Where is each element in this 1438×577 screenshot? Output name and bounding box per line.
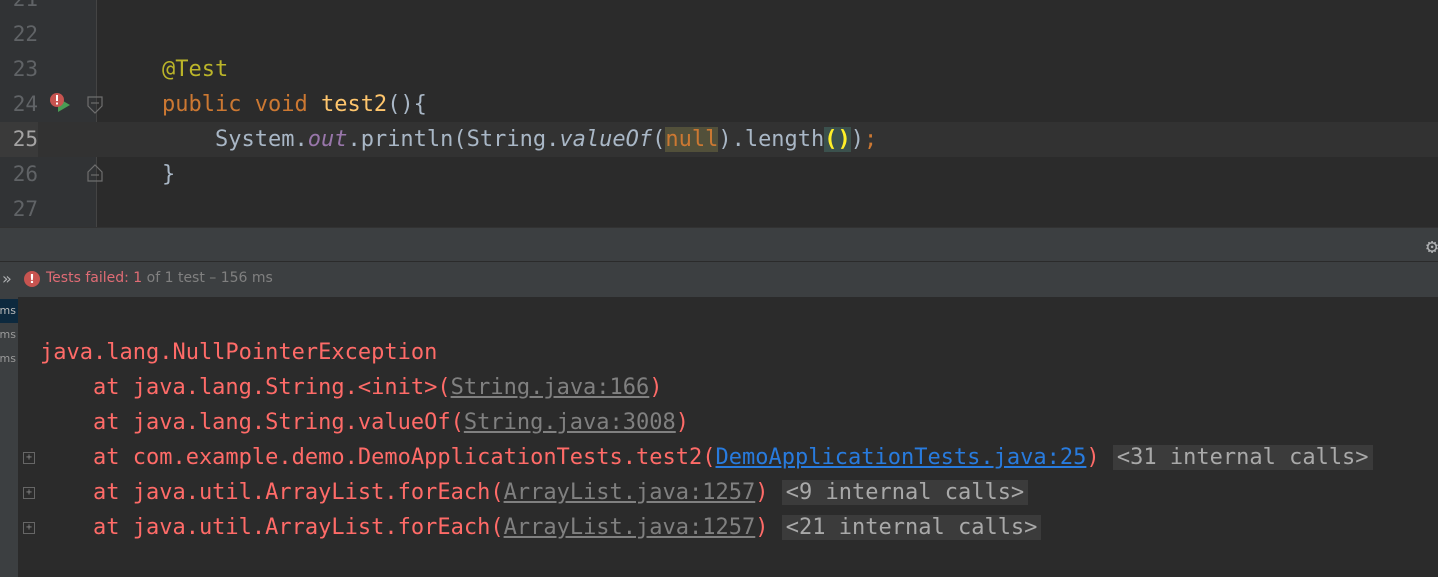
editor-line[interactable]: 26} — [0, 157, 1438, 192]
run-panel-toolbar: ⚙ — [0, 227, 1438, 262]
code-token: System. — [162, 127, 308, 152]
editor-line[interactable]: 25 System.out.println(String.valueOf(nul… — [0, 122, 1438, 157]
code-token: ) — [755, 480, 769, 505]
stack-trace-line: at java.lang.String.valueOf(String.java:… — [40, 405, 689, 440]
line-number: 21 — [0, 0, 38, 17]
code-token: .println(String. — [347, 127, 560, 152]
line-number: 26 — [12, 162, 38, 186]
editor-line[interactable]: 27 — [0, 192, 1438, 227]
code-token: ) — [755, 515, 769, 540]
editor-line[interactable]: 23 @Test — [0, 52, 1438, 87]
code-token: null — [665, 127, 719, 152]
code-token: ) — [649, 375, 663, 400]
editor-line[interactable]: 22 — [0, 17, 1438, 52]
code-token: java.lang.NullPointerException — [40, 340, 438, 365]
test-status-bar: » ! Tests failed: 1 of 1 test – 156 ms — [0, 261, 1438, 298]
fold-end-icon[interactable] — [87, 164, 103, 182]
tree-item[interactable]: ms — [0, 347, 18, 371]
exception-line: java.lang.NullPointerException — [40, 335, 437, 370]
run-test-error-icon[interactable] — [48, 92, 74, 114]
code-token: } — [162, 162, 176, 187]
editor-line[interactable]: 24 public void test2(){ — [0, 87, 1438, 122]
console-output[interactable]: java.lang.NullPointerException at java.l… — [18, 297, 1438, 577]
code-text: System.out.println(String.valueOf(null).… — [162, 122, 877, 157]
line-number: 25 — [0, 122, 38, 157]
tree-item-selected[interactable]: ms — [0, 299, 18, 323]
code-token: test2 — [320, 92, 388, 117]
source-link[interactable]: DemoApplicationTests.java:25 — [716, 445, 1087, 470]
stack-trace-line: at java.util.ArrayList.forEach(ArrayList… — [40, 475, 1029, 510]
code-token: () — [824, 127, 851, 152]
stack-trace-line: at com.example.demo.DemoApplicationTests… — [40, 440, 1373, 475]
code-token: at java.util.ArrayList.forEach( — [40, 480, 504, 505]
code-token: at java.lang.String.<init>( — [40, 375, 451, 400]
line-number: 22 — [12, 22, 38, 46]
code-token: ).length — [718, 127, 825, 152]
expand-fold-icon[interactable]: + — [23, 487, 35, 499]
status-label: Tests failed: — [46, 270, 134, 286]
code-editor[interactable]: 212223@Test24public void test2(){25 Syst… — [0, 0, 1438, 227]
status-summary: of 1 test – 156 ms — [142, 270, 273, 286]
code-token: ( — [652, 127, 666, 152]
code-token: ) — [850, 127, 865, 152]
code-token: public void — [162, 92, 321, 117]
line-number: 24 — [12, 92, 38, 116]
error-icon: ! — [24, 271, 40, 287]
code-token: at com.example.demo.DemoApplicationTests… — [40, 445, 716, 470]
fold-start-icon[interactable] — [87, 96, 103, 114]
code-text: public void test2(){ — [162, 87, 427, 122]
internal-calls-fold[interactable]: <31 internal calls> — [1112, 445, 1373, 470]
source-link[interactable]: String.java:3008 — [464, 410, 676, 435]
test-results-tree[interactable]: ms ms ms — [0, 297, 18, 577]
source-link[interactable]: ArrayList.java:1257 — [504, 515, 756, 540]
code-token: @Test — [162, 57, 229, 82]
code-token: at java.util.ArrayList.forEach( — [40, 515, 504, 540]
test-status-text: Tests failed: 1 of 1 test – 156 ms — [46, 270, 273, 286]
expand-fold-icon[interactable]: + — [23, 452, 35, 464]
editor-line[interactable]: 21 — [0, 0, 1438, 17]
stack-trace-line: at java.lang.String.<init>(String.java:1… — [40, 370, 663, 405]
expand-chevron-icon[interactable]: » — [2, 269, 12, 288]
code-token: ; — [864, 127, 878, 152]
code-token: at java.lang.String.valueOf( — [40, 410, 464, 435]
internal-calls-fold[interactable]: <9 internal calls> — [781, 480, 1029, 505]
stack-trace-line: at java.util.ArrayList.forEach(ArrayList… — [40, 510, 1042, 545]
failed-count: 1 — [133, 270, 143, 286]
line-number: 27 — [12, 197, 38, 221]
source-link[interactable]: ArrayList.java:1257 — [504, 480, 756, 505]
internal-calls-fold[interactable]: <21 internal calls> — [781, 515, 1042, 540]
code-token: out — [307, 127, 348, 152]
code-token: ) — [675, 410, 690, 435]
expand-fold-icon[interactable]: + — [23, 522, 35, 534]
gear-icon[interactable]: ⚙ — [1426, 234, 1438, 258]
code-token: (){ — [387, 92, 427, 117]
line-number: 23 — [12, 57, 38, 81]
code-text: } — [162, 157, 175, 192]
code-text: @Test — [162, 52, 228, 87]
source-link[interactable]: String.java:166 — [451, 375, 650, 400]
code-token: valueOf — [559, 127, 653, 152]
code-token: ) — [1086, 445, 1100, 470]
tree-item[interactable]: ms — [0, 323, 18, 347]
